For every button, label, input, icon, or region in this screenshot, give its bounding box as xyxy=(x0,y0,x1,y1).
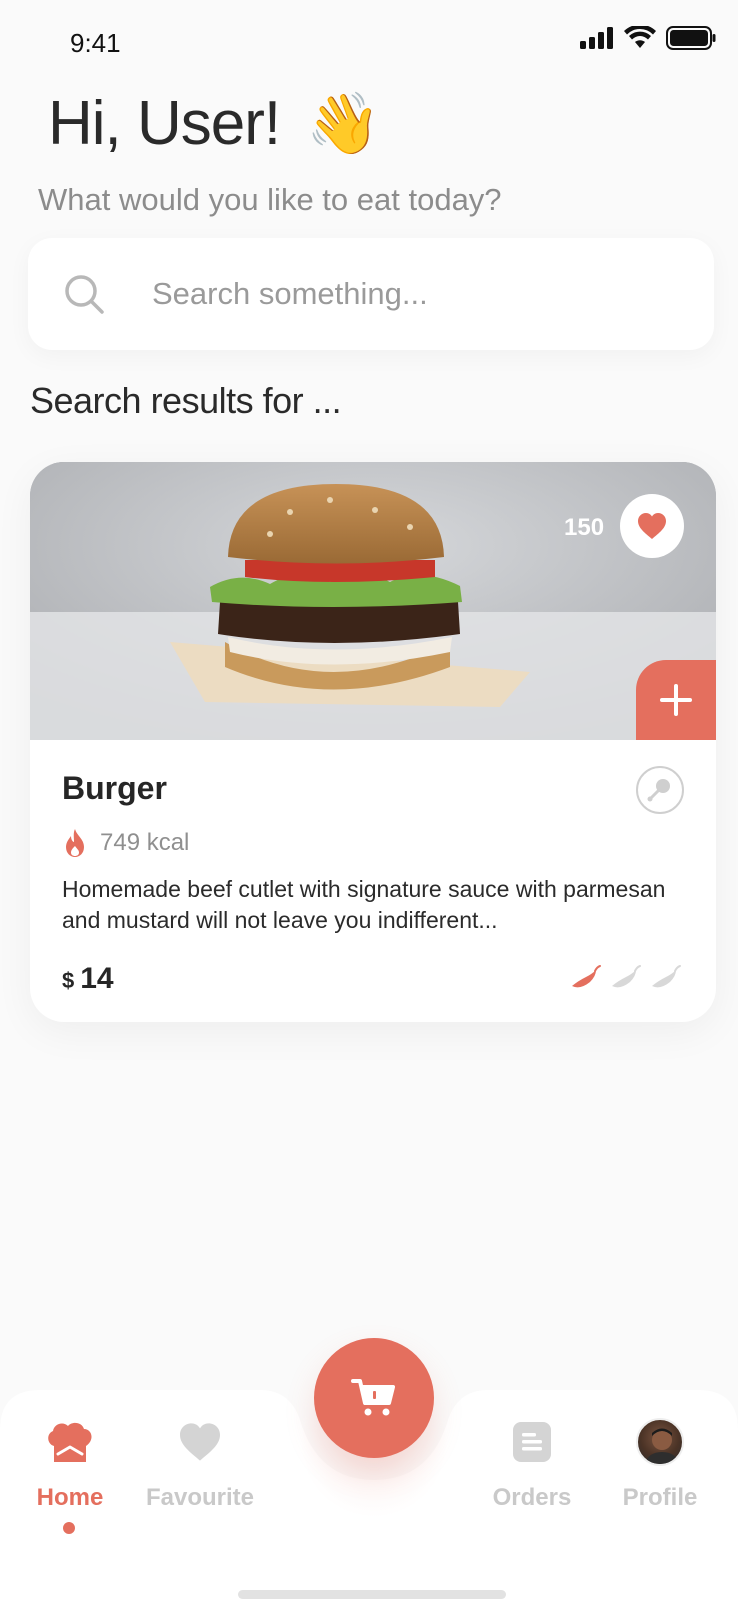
nav-favourite-label: Favourite xyxy=(145,1484,255,1511)
search-input[interactable] xyxy=(152,268,672,320)
currency-symbol: $ xyxy=(62,968,75,993)
wifi-icon xyxy=(624,26,656,48)
like-count: 150 xyxy=(564,514,605,541)
greeting-subtitle: What would you like to eat today? xyxy=(38,182,502,217)
status-bar: 9:41 xyxy=(0,0,738,80)
chili-pepper-icon xyxy=(612,965,641,988)
fire-icon xyxy=(66,829,84,857)
nav-favourite[interactable]: Favourite xyxy=(130,1412,270,1512)
product-card[interactable]: 150 Burger 749 kcal Homemade beef cutlet… xyxy=(30,462,716,1022)
product-name: Burger xyxy=(62,770,167,806)
meat-option-button[interactable] xyxy=(636,766,684,814)
signal-icon xyxy=(580,27,613,49)
kcal-value: 749 kcal xyxy=(100,829,190,856)
status-icons xyxy=(580,26,716,50)
chef-hat-icon xyxy=(48,1422,92,1462)
avatar-image xyxy=(644,1428,680,1464)
nav-profile-label: Profile xyxy=(622,1484,698,1511)
greeting: Hi, User! 👋 xyxy=(48,88,381,159)
bottom-navigation: Home Favourite Orders Profile xyxy=(0,1338,738,1610)
battery-icon xyxy=(666,26,716,50)
status-time: 9:41 xyxy=(70,28,121,58)
add-to-cart-button[interactable] xyxy=(636,660,716,740)
cart-button[interactable] xyxy=(314,1338,434,1458)
search-results-heading: Search results for ... xyxy=(30,380,342,421)
waving-hand-icon: 👋 xyxy=(306,89,381,157)
home-indicator xyxy=(238,1590,506,1599)
nav-orders-label: Orders xyxy=(492,1484,572,1511)
chili-pepper-icon xyxy=(652,965,681,988)
orders-icon xyxy=(513,1422,551,1462)
drumstick-icon xyxy=(647,779,670,802)
greeting-title: Hi, User! xyxy=(48,89,281,158)
plus-icon xyxy=(660,684,692,716)
burger-illustration xyxy=(30,462,716,740)
nav-profile[interactable]: Profile xyxy=(590,1412,730,1512)
price-value: 14 xyxy=(80,962,114,995)
active-indicator xyxy=(63,1522,75,1534)
product-image: 150 xyxy=(30,462,716,740)
nav-home-label: Home xyxy=(36,1484,104,1511)
product-description: Homemade beef cutlet with signature sauc… xyxy=(62,876,666,933)
cart-icon xyxy=(351,1379,395,1416)
favourite-button[interactable] xyxy=(620,494,684,558)
spice-level xyxy=(570,964,682,992)
heart-icon xyxy=(180,1423,220,1461)
chili-pepper-icon-active xyxy=(572,965,601,988)
nav-home[interactable]: Home xyxy=(0,1412,140,1512)
calories: 749 kcal xyxy=(62,828,189,858)
search-box[interactable] xyxy=(28,238,714,350)
price: $ 14 xyxy=(62,962,114,996)
avatar xyxy=(636,1418,684,1466)
nav-orders[interactable]: Orders xyxy=(462,1412,602,1512)
product-info: Burger 749 kcal Homemade beef cutlet wit… xyxy=(30,740,716,1022)
heart-icon xyxy=(638,513,666,539)
search-icon xyxy=(65,275,104,314)
